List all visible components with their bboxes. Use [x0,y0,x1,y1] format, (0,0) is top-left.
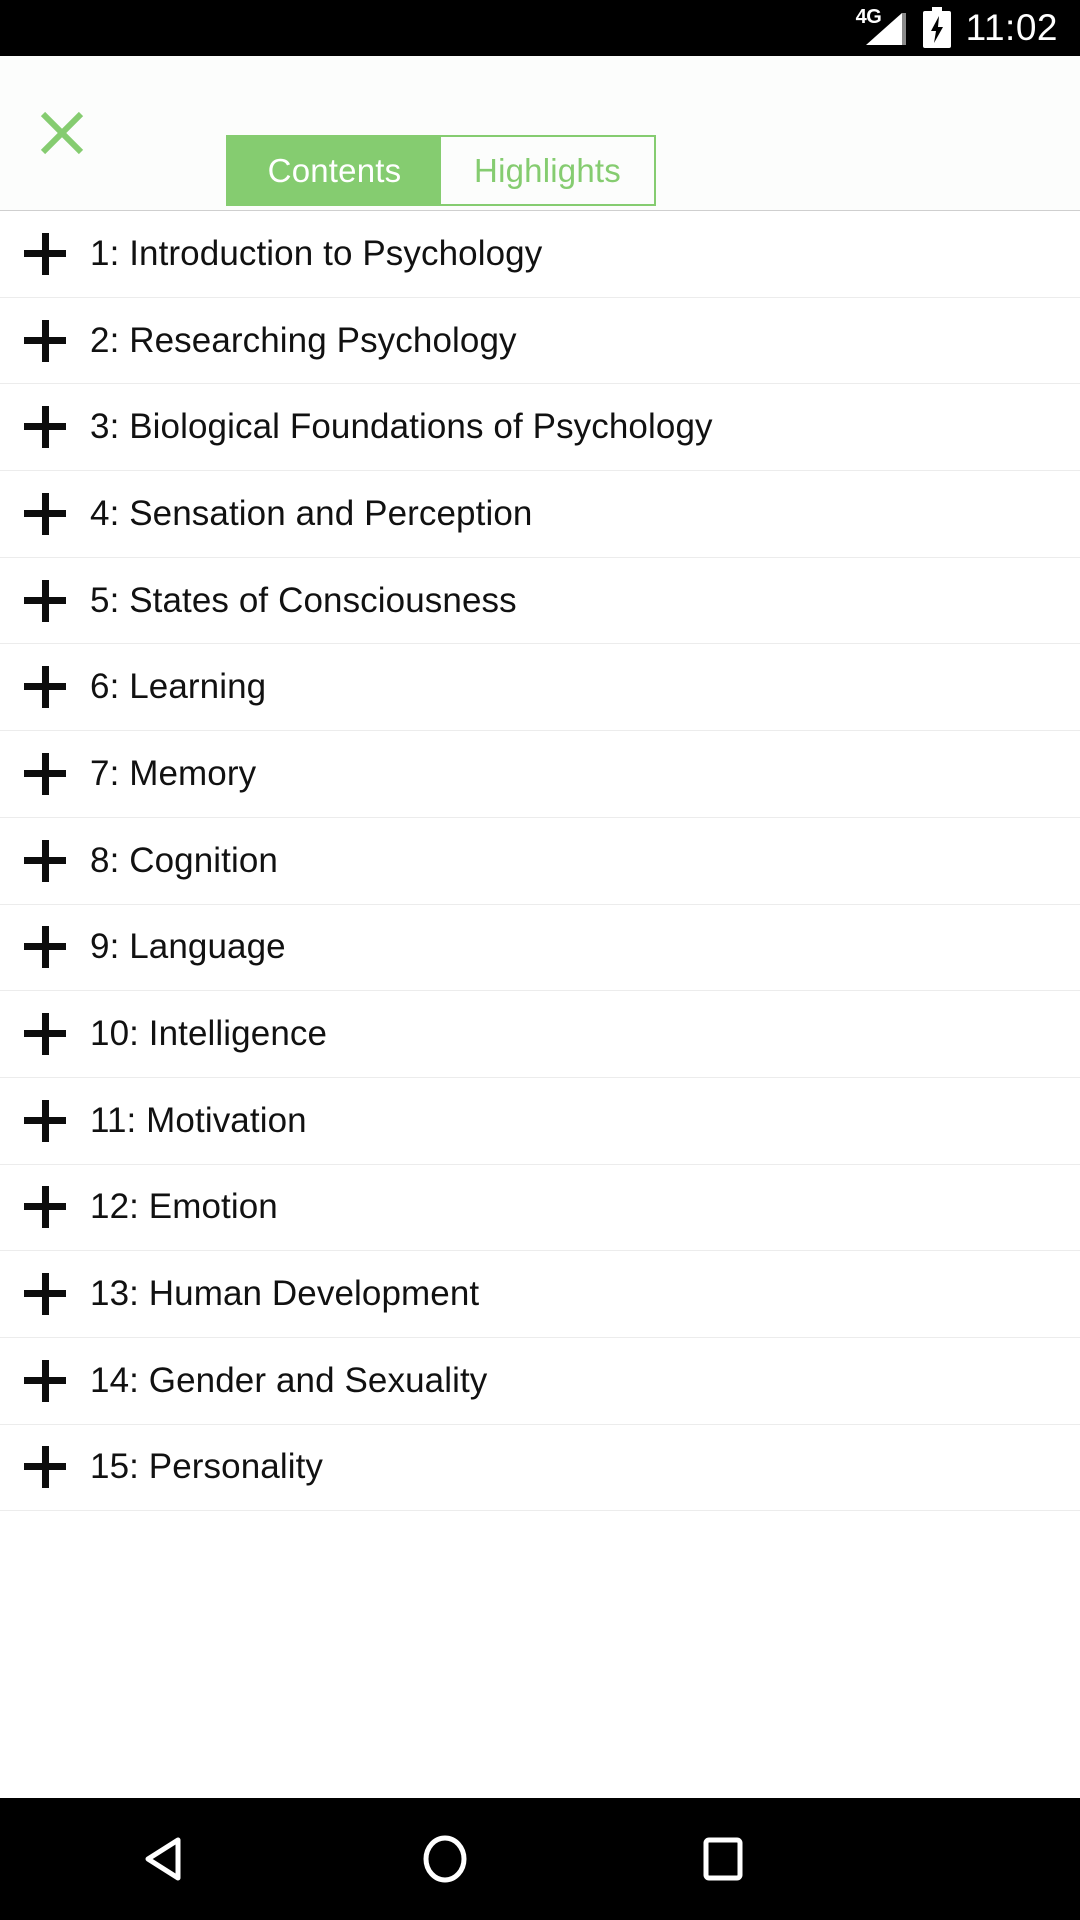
tab-highlights-label: Highlights [474,151,621,189]
plus-icon[interactable] [24,319,66,362]
battery-charging-icon [922,7,952,49]
toc-item-label: 6: Learning [90,667,267,707]
signal-bars-icon: 4G [855,6,908,47]
plus-icon[interactable] [24,839,66,882]
status-bar-right-group: 4G 11:02 [856,7,1058,49]
view-mode-segmented-control: Contents Highlights [226,135,656,206]
nav-back-button[interactable] [0,1798,343,1920]
toc-item-label: 8: Cognition [90,840,278,880]
plus-icon[interactable] [24,1013,66,1056]
toc-row-14[interactable]: 14: Gender and Sexuality [0,1338,1080,1425]
plus-icon[interactable] [24,1099,66,1142]
toc-header: Contents Highlights [0,56,1080,211]
nav-home-button[interactable] [343,1798,546,1920]
home-circle-icon [423,1835,467,1883]
nav-recents-button[interactable] [547,1798,1080,1920]
toc-item-label: 7: Memory [90,753,257,793]
plus-icon[interactable] [24,752,66,795]
toc-item-label: 10: Intelligence [90,1014,328,1054]
toc-row-7[interactable]: 7: Memory [0,731,1080,818]
toc-row-13[interactable]: 13: Human Development [0,1251,1080,1338]
toc-row-2[interactable]: 2: Researching Psychology [0,298,1080,385]
toc-row-3[interactable]: 3: Biological Foundations of Psychology [0,384,1080,472]
toc-row-4[interactable]: 4: Sensation and Perception [0,471,1080,558]
plus-icon[interactable] [24,1359,66,1402]
status-bar-clock: 11:02 [965,7,1058,48]
status-bar: 4G 11:02 [0,0,1080,56]
toc-row-12[interactable]: 12: Emotion [0,1165,1080,1252]
recents-square-icon [703,1837,743,1881]
plus-icon[interactable] [24,232,66,275]
plus-icon[interactable] [24,492,66,535]
toc-item-label: 3: Biological Foundations of Psychology [90,407,713,447]
toc-item-label: 4: Sensation and Perception [90,493,533,533]
plus-icon[interactable] [24,579,66,622]
tab-highlights[interactable]: Highlights [441,137,654,204]
network-type-label: 4G [855,6,882,28]
toc-row-15[interactable]: 15: Personality [0,1425,1080,1512]
toc-item-label: 11: Motivation [90,1100,307,1140]
plus-icon[interactable] [24,1273,66,1316]
close-button[interactable] [32,103,92,163]
toc-row-10[interactable]: 10: Intelligence [0,991,1080,1078]
toc-row-5[interactable]: 5: States of Consciousness [0,558,1080,645]
android-navigation-bar [0,1798,1080,1920]
tab-contents-label: Contents [267,151,402,189]
plus-icon[interactable] [24,406,66,449]
toc-row-1[interactable]: 1: Introduction to Psychology [0,211,1080,298]
toc-row-11[interactable]: 11: Motivation [0,1078,1080,1165]
toc-item-label: 13: Human Development [90,1274,480,1314]
plus-icon[interactable] [24,926,66,969]
toc-item-label: 15: Personality [90,1447,324,1487]
toc-row-6[interactable]: 6: Learning [0,644,1080,732]
toc-row-9[interactable]: 9: Language [0,905,1080,992]
toc-item-label: 2: Researching Psychology [90,320,517,360]
plus-icon[interactable] [24,666,66,709]
toc-item-label: 9: Language [90,927,286,967]
table-of-contents-list[interactable]: 1: Introduction to Psychology 2: Researc… [0,211,1080,1798]
toc-item-label: 1: Introduction to Psychology [90,233,543,273]
toc-item-label: 12: Emotion [90,1187,278,1227]
toc-item-label: 14: Gender and Sexuality [90,1360,488,1400]
back-triangle-icon [145,1837,181,1881]
plus-icon[interactable] [24,1186,66,1229]
battery-outline-icon [922,7,951,48]
toc-item-label: 5: States of Consciousness [90,580,517,620]
plus-icon[interactable] [24,1446,66,1489]
close-x-icon [40,111,84,155]
tab-contents[interactable]: Contents [228,137,441,204]
phone-screen: 4G 11:02 Contents Highlights 1: Introduc… [0,0,1080,1920]
toc-row-8[interactable]: 8: Cognition [0,818,1080,905]
